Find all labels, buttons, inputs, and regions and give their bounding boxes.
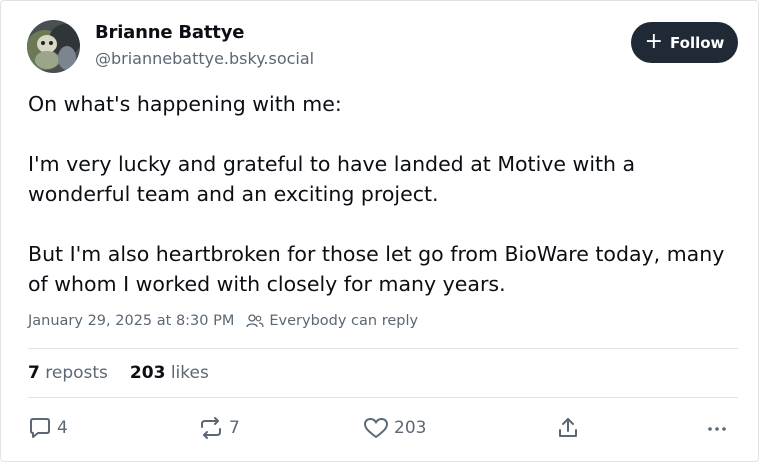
avatar-image [27, 20, 80, 73]
post-card: Brianne Battye @briannebattye.bsky.socia… [0, 0, 759, 462]
like-button[interactable]: 203 [363, 416, 426, 440]
post-paragraph: On what's happening with me: [28, 92, 342, 116]
more-options-button[interactable] [705, 416, 729, 440]
likes-count: 203 [129, 363, 166, 383]
reply-setting-label: Everybody can reply [269, 313, 419, 329]
share-icon [559, 418, 577, 437]
more-icon [708, 427, 726, 431]
repost-button[interactable]: 7 [198, 416, 240, 440]
follow-button-label: Follow [670, 33, 725, 52]
likes-stat[interactable]: 203 likes [130, 363, 209, 383]
post-text: On what's happening with me: I'm very lu… [28, 89, 728, 299]
reply-icon [30, 418, 50, 438]
like-count: 203 [394, 418, 427, 438]
follow-button[interactable]: + Follow [631, 22, 738, 63]
reply-count: 4 [57, 418, 68, 438]
share-button[interactable] [556, 416, 580, 440]
divider [28, 348, 738, 349]
plus-icon: + [644, 28, 664, 54]
divider [28, 397, 738, 398]
action-bar: 4 7 203 [1, 414, 761, 446]
reposts-count: 7 [28, 363, 40, 383]
post-paragraph: But I'm also heartbroken for those let g… [28, 242, 725, 296]
heart-icon [364, 418, 388, 438]
likes-label: likes [170, 363, 209, 383]
repost-icon [201, 417, 221, 439]
author-name[interactable]: Brianne Battye [95, 22, 244, 43]
author-handle[interactable]: @briannebattye.bsky.social [95, 49, 314, 68]
reposts-label: reposts [45, 363, 108, 383]
reply-button[interactable]: 4 [28, 416, 68, 440]
avatar[interactable] [27, 20, 80, 73]
post-timestamp[interactable]: January 29, 2025 at 8:30 PM [28, 313, 234, 329]
people-icon [246, 314, 264, 328]
engagement-stats: 7 reposts 203 likes [28, 363, 231, 383]
reply-setting[interactable]: Everybody can reply [246, 313, 418, 329]
repost-count: 7 [229, 418, 240, 438]
reposts-stat[interactable]: 7 reposts [28, 363, 108, 383]
post-meta: January 29, 2025 at 8:30 PM Everybody ca… [28, 313, 418, 329]
post-paragraph: I'm very lucky and grateful to have land… [28, 152, 636, 206]
